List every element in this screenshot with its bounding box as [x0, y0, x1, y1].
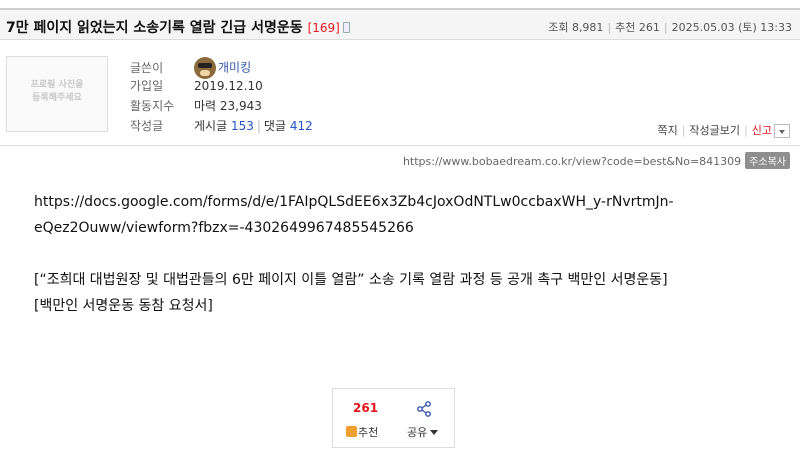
message-link[interactable]: 쪽지 — [657, 124, 677, 137]
tools-divider: | — [681, 124, 686, 137]
recommend-label: 추천 — [358, 426, 379, 439]
tools-divider: | — [744, 124, 748, 137]
author-nickname[interactable]: 개미킹 — [218, 61, 251, 75]
joined-date: 2019.12.10 — [194, 79, 263, 93]
post-title-text: 7만 페이지 읽었는지 소송기록 열람 긴급 서명운동 — [6, 20, 303, 36]
post-date: 2025.05.03 (토) 13:33 — [671, 21, 792, 34]
author-row: 글쓴이 개미킹 — [130, 57, 251, 79]
form-link-line1[interactable]: https://docs.google.com/forms/d/e/1FAIpQ… — [34, 189, 674, 215]
post-tools: 쪽지 | 작성글보기 | 신고 — [657, 122, 790, 138]
post-url: https://www.bobaedream.co.kr/view?code=b… — [402, 155, 742, 168]
post-content: https://docs.google.com/forms/d/e/1FAIpQ… — [34, 189, 674, 319]
meta-divider: | — [607, 21, 612, 34]
comments-count[interactable]: 412 — [290, 119, 313, 133]
posts-label: 작성글 — [130, 119, 164, 133]
user-level-icon — [194, 57, 216, 79]
posts-row: 작성글 게시글 153 | 댓글 412 — [130, 117, 313, 135]
profile-photo-text-line2: 등록해주세요 — [32, 93, 82, 103]
chevron-down-icon — [430, 430, 439, 435]
view-count: 조회 8,981 — [548, 21, 604, 34]
section-divider — [0, 145, 800, 146]
author-label: 글쓴이 — [130, 60, 164, 75]
content-paragraph: [“조희대 대법원장 및 대법관들의 6만 페이지 이틀 열람” 소송 기록 열… — [34, 272, 668, 288]
thumbs-up-icon — [346, 426, 357, 437]
post-action-box: 261 추천 공유 — [332, 388, 455, 448]
profile-photo-text: 프로필 사진을 등록해주세요 — [7, 79, 107, 105]
comment-count[interactable]: [169] — [308, 21, 340, 35]
recommend-count: 261 — [353, 401, 379, 415]
content-paragraph: [백만인 서명운동 동참 요청서] — [34, 298, 213, 314]
recommend-button[interactable]: 추천 — [346, 424, 378, 440]
view-posts-link[interactable]: 작성글보기 — [689, 124, 740, 137]
post-title: 7만 페이지 읽었는지 소송기록 열람 긴급 서명운동 [169] — [6, 17, 350, 37]
post-header: 7만 페이지 읽었는지 소송기록 열람 긴급 서명운동 [169] 조회 8,98… — [0, 8, 800, 40]
meta-divider: | — [663, 21, 668, 34]
share-button[interactable]: 공유 — [407, 424, 439, 440]
posts-text: 게시글 — [194, 119, 228, 133]
posts-divider: | — [256, 119, 261, 133]
report-link[interactable]: 신고 — [752, 124, 772, 137]
copy-url-button[interactable]: 주소복사 — [745, 152, 790, 169]
mobile-icon — [342, 22, 350, 33]
url-bar: https://www.bobaedream.co.kr/view?code=b… — [403, 152, 790, 169]
report-dropdown-icon[interactable] — [774, 124, 790, 138]
share-label: 공유 — [407, 426, 428, 439]
activity-value: 마력 23,943 — [194, 99, 262, 113]
posts-count[interactable]: 153 — [231, 119, 254, 133]
joined-label: 가입일 — [130, 79, 164, 93]
comments-text: 댓글 — [263, 119, 286, 133]
recommend-count-meta: 추천 261 — [615, 21, 660, 34]
activity-label: 활동지수 — [130, 99, 175, 113]
profile-photo-placeholder: 프로필 사진을 등록해주세요 — [6, 56, 108, 132]
form-link-line2[interactable]: eQez2Ouww/viewform?fbzx=-430264996748554… — [34, 215, 674, 241]
activity-row: 활동지수 마력 23,943 — [130, 97, 262, 115]
post-meta: 조회 8,981 | 추천 261 | 2025.05.03 (토) 13:33 — [548, 19, 792, 35]
profile-photo-text-line1: 프로필 사진을 — [30, 80, 84, 90]
joined-row: 가입일 2019.12.10 — [130, 77, 263, 95]
share-icon[interactable] — [416, 401, 432, 417]
